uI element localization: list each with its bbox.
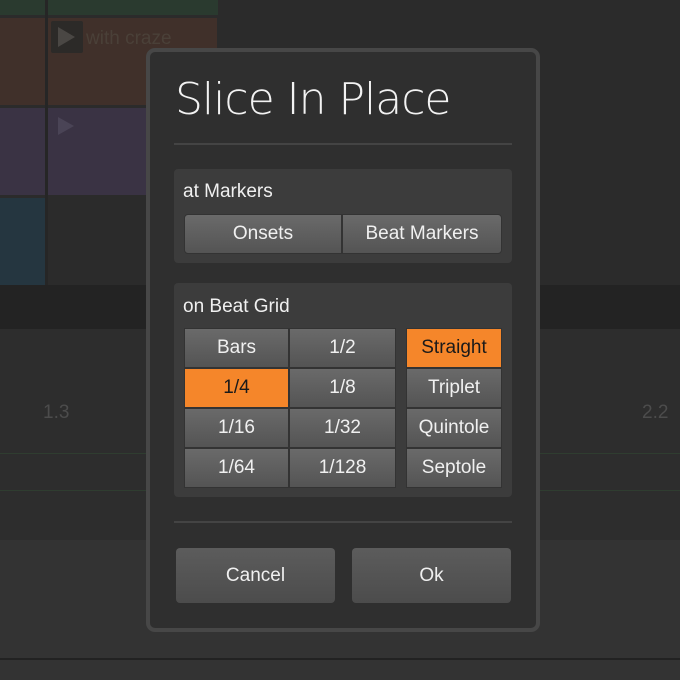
divider <box>174 143 512 145</box>
division-1-16-button[interactable]: 1/16 <box>184 408 289 448</box>
onsets-button[interactable]: Onsets <box>184 214 342 254</box>
play-icon[interactable] <box>58 117 74 135</box>
division-1-32-button[interactable]: 1/32 <box>289 408 396 448</box>
septole-button[interactable]: Septole <box>406 448 502 488</box>
beat-grid-section: on Beat Grid Bars 1/2 1/4 1/8 1/16 1/32 1/64 1/… <box>174 283 512 497</box>
ruler-tick: 2.2 <box>642 402 669 423</box>
division-1-128-button[interactable]: 1/128 <box>289 448 396 488</box>
play-icon[interactable] <box>51 21 83 53</box>
clip[interactable] <box>0 198 45 285</box>
ruler-tick: 1.3 <box>43 402 70 423</box>
division-1-4-button[interactable]: 1/4 <box>184 368 289 408</box>
division-1-2-button[interactable]: 1/2 <box>289 328 396 368</box>
quintole-button[interactable]: Quintole <box>406 408 502 448</box>
waveform-baseline <box>0 658 680 660</box>
ok-button[interactable]: Ok <box>352 548 511 603</box>
section-label: on Beat Grid <box>183 296 290 317</box>
divider <box>174 521 512 523</box>
clip-label: with craze <box>86 28 172 49</box>
division-1-8-button[interactable]: 1/8 <box>289 368 396 408</box>
beat-markers-button[interactable]: Beat Markers <box>342 214 502 254</box>
triplet-button[interactable]: Triplet <box>406 368 502 408</box>
section-label: at Markers <box>183 181 273 202</box>
column-divider <box>45 0 48 285</box>
division-1-64-button[interactable]: 1/64 <box>184 448 289 488</box>
straight-button[interactable]: Straight <box>406 328 502 368</box>
markers-section: at Markers Onsets Beat Markers <box>174 169 512 263</box>
cancel-button[interactable]: Cancel <box>176 548 335 603</box>
clip[interactable] <box>0 0 45 15</box>
division-bars-button[interactable]: Bars <box>184 328 289 368</box>
dialog-title: Slice In Place <box>175 74 451 125</box>
clip[interactable] <box>48 0 218 15</box>
